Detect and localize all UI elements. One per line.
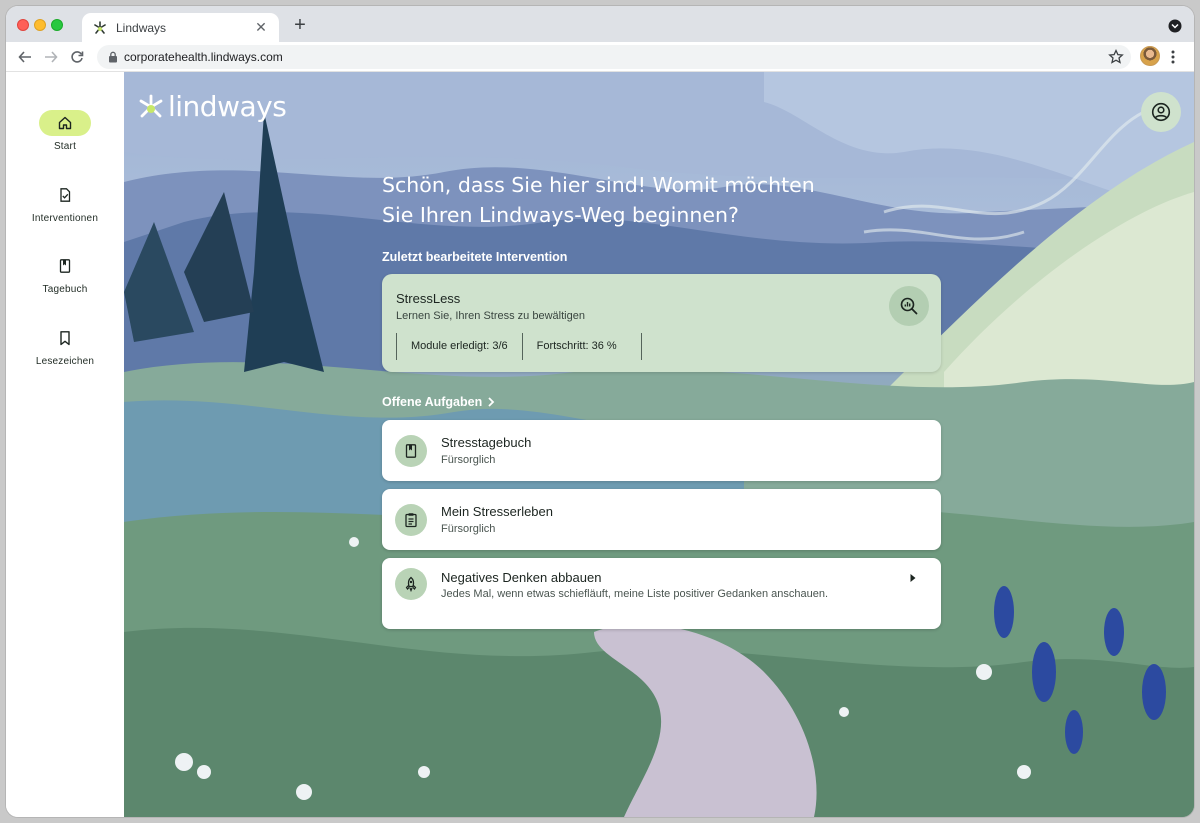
intervention-title: StressLess [396,291,461,306]
minimize-window-button[interactable] [34,19,46,31]
task-icon-badge [395,504,427,536]
task-icon-badge [395,568,427,600]
task-subtitle: Jedes Mal, wenn etwas schiefläuft, meine… [441,588,829,600]
address-bar[interactable]: corporatehealth.lindways.com [97,45,1131,69]
recent-intervention-card[interactable]: StressLess Lernen Sie, Ihren Stress zu b… [382,274,941,372]
task-icon-badge [395,435,427,467]
clipboard-list-icon [405,513,417,528]
intervention-stats: Module erledigt: 3/6 Fortschritt: 36 % [396,333,642,360]
sidebar-item-interventionen[interactable]: Interventionen [6,182,124,224]
sidebar-item-label: Lesezeichen [35,356,95,367]
diary-book-icon [405,444,417,458]
new-tab-button[interactable]: + [289,14,311,36]
clipboard-check-icon [60,188,71,202]
brand-name: lindways [168,90,287,123]
task-title: Negatives Denken abbauen [441,570,602,585]
lindways-logo[interactable]: lindways [138,90,287,123]
open-tasks-label: Offene Aufgaben [382,395,483,409]
welcome-heading: Schön, dass Sie hier sind! Womit möchten… [382,173,815,227]
sidebar-item-label: Start [53,141,77,152]
open-tasks-link[interactable]: Offene Aufgaben [382,395,496,409]
sidebar-item-start[interactable]: Start [6,110,124,152]
task-card-mein-stresserleben[interactable]: Mein Stresserleben Fürsorglich [382,489,941,550]
browser-tab[interactable]: Lindways ✕ [82,13,279,42]
home-icon [58,116,72,130]
user-account-button[interactable] [1141,92,1181,132]
sidebar-item-label: Tagebuch [42,284,88,295]
modules-completed: Module erledigt: 3/6 [396,333,522,360]
sidebar-active-pill [39,110,91,136]
app-sidebar: Start Interventionen Tagebuch Lesezeiche… [6,72,124,817]
chevron-right-icon [488,397,495,407]
reload-icon[interactable] [68,48,86,66]
intervention-analysis-button[interactable] [889,286,929,326]
sidebar-item-lesezeichen[interactable]: Lesezeichen [6,325,124,367]
close-window-button[interactable] [17,19,29,31]
play-arrow-icon[interactable] [909,573,917,583]
sidebar-item-tagebuch[interactable]: Tagebuch [6,253,124,295]
task-card-stresstagebuch[interactable]: Stresstagebuch Fürsorglich [382,420,941,481]
tab-title: Lindways [116,20,167,35]
search-chart-icon [900,297,918,315]
lock-icon [109,51,117,63]
url-text: corporatehealth.lindways.com [124,50,283,64]
task-title: Stresstagebuch [441,435,532,450]
lindways-favicon-icon [92,20,108,36]
intervention-subtitle: Lernen Sie, Ihren Stress zu bewältigen [396,310,585,322]
task-card-negatives-denken[interactable]: Negatives Denken abbauen Jedes Mal, wenn… [382,558,941,629]
back-icon[interactable] [16,48,34,66]
sidebar-item-label: Interventionen [31,213,99,224]
maximize-window-button[interactable] [51,19,63,31]
browser-window: Lindways ✕ + corporatehealth.lindways.co… [6,6,1194,817]
bookmark-icon [60,331,70,346]
user-circle-icon [1151,102,1171,122]
browser-toolbar: corporatehealth.lindways.com [6,42,1194,72]
bookmark-star-icon[interactable] [1107,48,1125,66]
task-title: Mein Stresserleben [441,504,553,519]
recent-intervention-label: Zuletzt bearbeitete Intervention [382,250,568,264]
kebab-menu-icon[interactable] [1170,49,1176,65]
browser-profile-avatar[interactable] [1140,46,1160,66]
diary-book-icon [59,259,71,273]
close-tab-icon[interactable]: ✕ [253,19,269,36]
tab-search-icon[interactable] [1168,19,1182,33]
progress-percent: Fortschritt: 36 % [521,333,642,360]
task-subtitle: Fürsorglich [441,523,496,535]
task-subtitle: Fürsorglich [441,454,496,466]
lindways-logo-icon [139,94,163,117]
forward-icon[interactable] [42,48,60,66]
rocket-icon [405,576,417,592]
main-content: lindways Schön, dass Sie hier sind! Womi… [124,72,1194,817]
tab-strip: Lindways ✕ + [6,6,1194,42]
